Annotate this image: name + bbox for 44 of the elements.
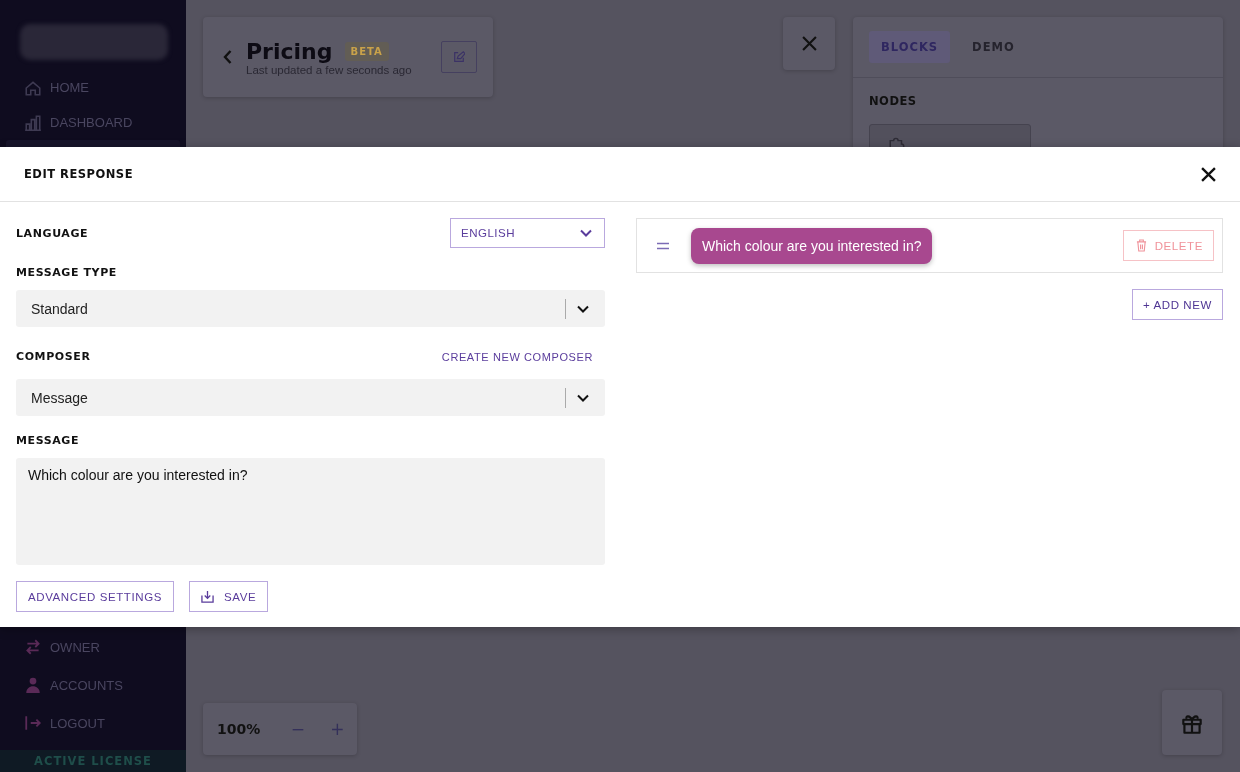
gift-button[interactable]	[1162, 690, 1222, 755]
message-bubble: Which colour are you interested in?	[691, 227, 933, 264]
advanced-settings-button[interactable]: ADVANCED SETTINGS	[16, 581, 174, 612]
sidebar-item[interactable]: HOME	[6, 70, 180, 105]
add-new-button[interactable]: + ADD NEW	[1132, 289, 1223, 320]
field-label: MESSAGE	[16, 434, 81, 447]
page-title: Pricing	[246, 38, 333, 64]
save-icon	[200, 590, 214, 603]
delete-button[interactable]: DELETE	[1122, 230, 1214, 261]
field-label: LANGUAGE	[16, 226, 89, 240]
zoom-out-button[interactable]: −	[278, 719, 318, 739]
user-icon	[24, 676, 42, 694]
field-label: COMPOSER	[16, 350, 91, 363]
logout-icon	[24, 714, 42, 732]
sidebar-item[interactable]: ACCOUNTS	[6, 666, 180, 704]
zoom-level: 100%	[217, 721, 261, 737]
panel-tab[interactable]: DEMO	[960, 31, 1027, 63]
create-composer-link[interactable]: CREATE NEW COMPOSER	[441, 350, 593, 363]
save-button[interactable]: SAVE	[188, 581, 269, 612]
dialog-title: EDIT RESPONSE	[24, 167, 133, 181]
sidebar-item[interactable]: OWNER	[6, 628, 180, 666]
chevron-down-icon	[577, 393, 589, 402]
close-button[interactable]	[1201, 166, 1216, 182]
beta-badge: BETA	[344, 41, 389, 61]
drag-handle-icon[interactable]	[657, 241, 669, 250]
bar-chart-icon	[24, 113, 42, 132]
trash-icon	[1135, 239, 1147, 252]
composer-select[interactable]: Message	[16, 379, 605, 416]
zoom-in-button[interactable]: +	[317, 719, 357, 739]
swap-arrows-icon	[24, 638, 42, 656]
edit-button[interactable]	[441, 41, 477, 73]
sidebar-item[interactable]: DASHBOARD	[6, 105, 180, 140]
language-select[interactable]: ENGLISH	[450, 218, 605, 248]
message-type-select[interactable]: Standard	[16, 290, 605, 327]
field-label: MESSAGE TYPE	[16, 266, 118, 279]
edit-icon	[453, 51, 465, 63]
chevron-down-icon	[577, 304, 589, 313]
chevron-down-icon	[580, 229, 592, 237]
back-chevron-icon[interactable]	[223, 50, 232, 64]
sidebar-item[interactable]: LOGOUT	[6, 704, 180, 742]
message-field[interactable]: Which colour are you interested in?	[16, 458, 605, 565]
section-heading: NODES	[868, 93, 918, 110]
close-icon	[1201, 166, 1216, 182]
close-icon	[801, 36, 817, 51]
